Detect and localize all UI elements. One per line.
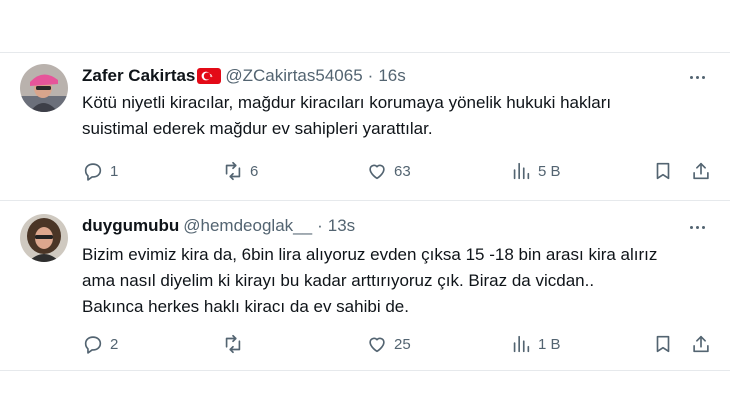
- heart-icon: [369, 164, 385, 180]
- view-count: 1 B: [538, 335, 561, 353]
- reply-button[interactable]: 1: [82, 156, 118, 186]
- share-icon: [693, 335, 709, 353]
- avatar-image: [20, 64, 68, 112]
- tweet-actions: 2 25 1 B: [0, 329, 730, 359]
- bookmark-icon: [656, 162, 670, 180]
- avatar[interactable]: [20, 64, 68, 112]
- tweet-time[interactable]: 16s: [378, 66, 405, 86]
- author-name[interactable]: Zafer Cakirtas: [82, 66, 195, 86]
- separator-dot: ·: [317, 216, 323, 235]
- avatar[interactable]: [20, 214, 68, 262]
- avatar-image: [20, 214, 68, 262]
- bookmark-button[interactable]: [652, 156, 674, 186]
- views-button[interactable]: 1 B: [510, 329, 561, 359]
- more-options-icon[interactable]: [686, 66, 708, 88]
- repost-button[interactable]: [222, 329, 250, 359]
- repost-icon: [225, 161, 241, 181]
- like-count: 63: [394, 162, 411, 180]
- views-icon: [513, 335, 530, 353]
- views-icon: [513, 162, 530, 180]
- tweet-header: Zafer Cakirtas @ZCakirtas54065 · 16s: [82, 64, 406, 88]
- repost-count: 6: [250, 162, 259, 180]
- tweet-1[interactable]: Zafer Cakirtas @ZCakirtas54065 · 16s Köt…: [0, 52, 730, 200]
- reply-icon: [84, 336, 102, 354]
- tweet-text-line: suistimal ederek mağdur ev sahipleri yar…: [82, 119, 433, 138]
- reply-button[interactable]: 2: [82, 329, 118, 359]
- author-name[interactable]: duygumubu: [82, 216, 179, 236]
- reply-count: 1: [110, 162, 119, 180]
- like-count: 25: [394, 335, 411, 353]
- reply-count: 2: [110, 335, 119, 353]
- repost-icon: [225, 334, 241, 354]
- repost-button[interactable]: 6: [222, 156, 258, 186]
- reply-icon: [84, 163, 102, 181]
- like-button[interactable]: 63: [366, 156, 411, 186]
- tweet-header: duygumubu @hemdeoglak__ · 13s: [82, 214, 355, 238]
- share-icon: [693, 162, 709, 180]
- tweet-actions: 1 6 63 5 B: [0, 156, 730, 186]
- tweet-text: Bizim evimiz kira da, 6bin lira alıyoruz…: [82, 242, 712, 320]
- bookmark-icon: [656, 335, 670, 353]
- share-button[interactable]: [690, 329, 712, 359]
- heart-icon: [369, 337, 385, 353]
- tweet-text-line: ama nasıl diyelim ki kirayı bu kadar art…: [82, 271, 595, 290]
- bookmark-button[interactable]: [652, 329, 674, 359]
- tweet-text-line: Kötü niyetli kiracılar, mağdur kiracılar…: [82, 93, 612, 112]
- tweet-2[interactable]: duygumubu @hemdeoglak__ · 13s Bizim evim…: [0, 200, 730, 370]
- share-button[interactable]: [690, 156, 712, 186]
- tweet-text-line: Bakınca herkes haklı kiracı da ev sahibi…: [82, 297, 409, 316]
- divider: [0, 370, 730, 371]
- turkey-flag-icon: [197, 68, 222, 84]
- more-options-icon[interactable]: [686, 216, 708, 238]
- like-button[interactable]: 25: [366, 329, 411, 359]
- views-button[interactable]: 5 B: [510, 156, 561, 186]
- tweet-text: Kötü niyetli kiracılar, mağdur kiracılar…: [82, 90, 712, 142]
- tweet-time[interactable]: 13s: [328, 216, 355, 236]
- separator-dot: ·: [367, 66, 374, 85]
- view-count: 5 B: [538, 162, 561, 180]
- author-handle[interactable]: @hemdeoglak__: [183, 216, 312, 236]
- tweet-text-line: Bizim evimiz kira da, 6bin lira alıyoruz…: [82, 245, 658, 264]
- author-handle[interactable]: @ZCakirtas54065: [225, 66, 362, 86]
- timeline-feed: Zafer Cakirtas @ZCakirtas54065 · 16s Köt…: [0, 0, 730, 420]
